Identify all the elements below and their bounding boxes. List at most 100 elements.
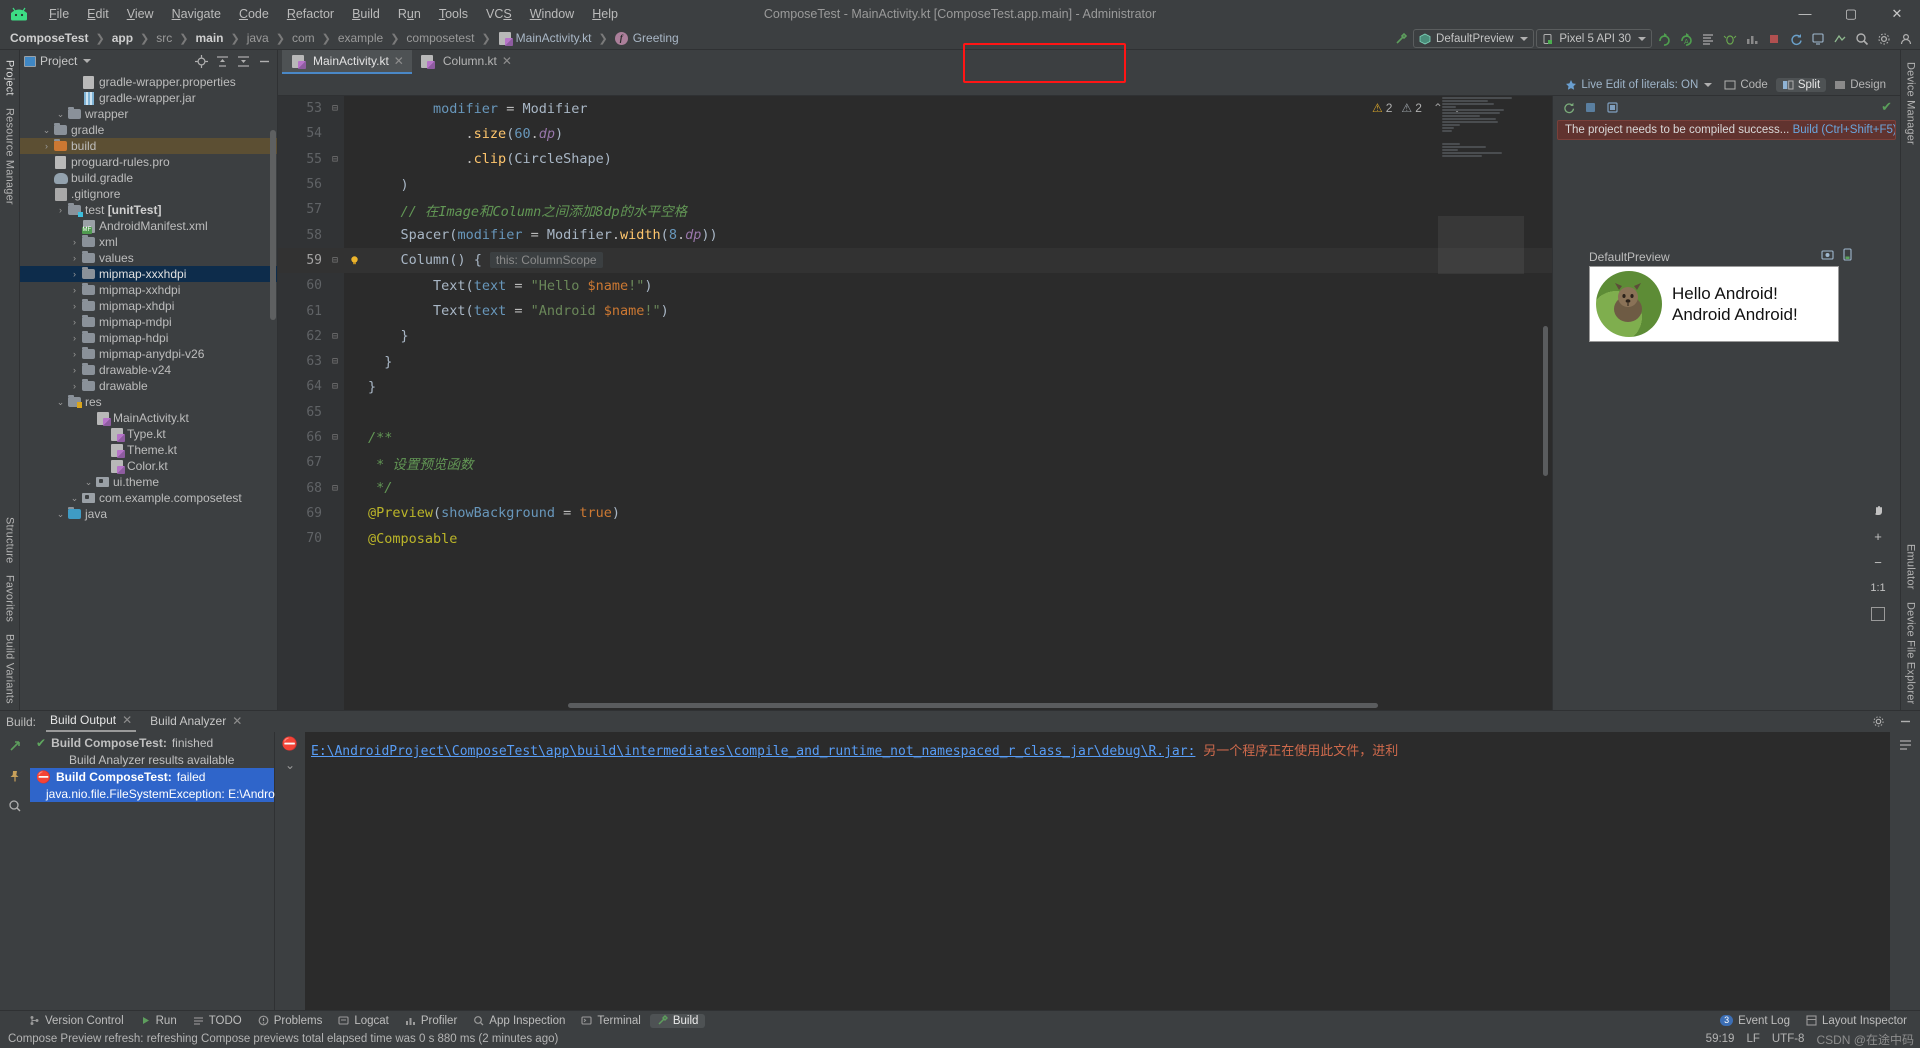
file-encoding[interactable]: UTF-8 bbox=[1772, 1033, 1805, 1045]
mode-split[interactable]: Split bbox=[1775, 77, 1827, 92]
disclosure-arrow-icon[interactable]: › bbox=[40, 141, 53, 151]
rail-item-emulator[interactable]: Emulator bbox=[1905, 538, 1917, 596]
tool-tab-logcat[interactable]: Logcat bbox=[331, 1014, 396, 1028]
tree-item-ui-theme[interactable]: ⌄ ui.theme bbox=[20, 474, 277, 490]
pin-icon[interactable] bbox=[6, 767, 24, 785]
tree-item-res[interactable]: ⌄ res bbox=[20, 394, 277, 410]
tool-tab-build[interactable]: Build bbox=[649, 1013, 706, 1028]
tool-tab-version-control[interactable]: Version Control bbox=[22, 1014, 131, 1028]
code-line-62[interactable]: 62 ⊟ } bbox=[278, 324, 1552, 349]
tool-tab-problems[interactable]: Problems bbox=[251, 1014, 330, 1028]
preview-build-banner[interactable]: The project needs to be compiled success… bbox=[1557, 120, 1896, 140]
code-line-56[interactable]: 56 ) bbox=[278, 172, 1552, 197]
code-line-60[interactable]: 60 Text(text = "Hello $name!") bbox=[278, 273, 1552, 298]
breadcrumb-composetest-pkg[interactable]: composetest bbox=[404, 31, 476, 45]
settings-gear-icon[interactable] bbox=[1874, 29, 1894, 49]
code-line-65[interactable]: 65 bbox=[278, 400, 1552, 425]
code-line-63[interactable]: 63 ⊟ } bbox=[278, 349, 1552, 374]
code-line-61[interactable]: 61 Text(text = "Android $name!") bbox=[278, 298, 1552, 323]
tree-item-drawable-v24[interactable]: › drawable-v24 bbox=[20, 362, 277, 378]
filter-icon[interactable] bbox=[6, 797, 24, 815]
menu-item-build[interactable]: Build bbox=[343, 4, 389, 24]
fold-marker-icon[interactable]: ⊟ bbox=[326, 255, 344, 266]
breadcrumb-java[interactable]: java bbox=[245, 31, 271, 45]
fold-marker-icon[interactable]: ⊟ bbox=[326, 356, 344, 367]
tree-item-com-example-composetest[interactable]: ⌄ com.example.composetest bbox=[20, 490, 277, 506]
bug-icon[interactable] bbox=[1720, 29, 1740, 49]
code-editor[interactable]: 53 ⊟ modifier = Modifier 54 .size(60.dp) 55… bbox=[278, 96, 1552, 710]
build-hide-icon[interactable] bbox=[1897, 713, 1914, 730]
disclosure-arrow-icon[interactable]: ⌄ bbox=[68, 493, 81, 504]
menu-item-edit[interactable]: Edit bbox=[78, 4, 118, 24]
preview-canvas[interactable]: DefaultPreview Hello Android! Android An… bbox=[1553, 140, 1900, 710]
breadcrumb-src[interactable]: src bbox=[154, 31, 174, 45]
breadcrumb-example[interactable]: example bbox=[336, 31, 385, 45]
menu-item-file[interactable]: File bbox=[40, 4, 78, 24]
build-settings-gear-icon[interactable] bbox=[1870, 713, 1887, 730]
build-output-console[interactable]: E:\AndroidProject\ComposeTest\app\build\… bbox=[305, 732, 1890, 1010]
tree-item-androidmanifest-xml[interactable]: AndroidManifest.xml bbox=[20, 218, 277, 234]
tool-tab-terminal[interactable]: Terminal bbox=[574, 1014, 647, 1028]
intention-bulb-icon[interactable] bbox=[344, 255, 364, 266]
menu-item-help[interactable]: Help bbox=[583, 4, 627, 24]
rail-item-device-manager[interactable]: Device Manager bbox=[1905, 56, 1917, 151]
menu-item-tools[interactable]: Tools bbox=[430, 4, 477, 24]
close-icon[interactable]: ✕ bbox=[394, 54, 404, 68]
breadcrumb-main[interactable]: main bbox=[193, 31, 225, 45]
collapse-all-icon[interactable] bbox=[235, 53, 252, 70]
code-line-68[interactable]: 68 ⊟ */ bbox=[278, 475, 1552, 500]
disclosure-arrow-icon[interactable]: › bbox=[68, 365, 81, 375]
maximize-button[interactable]: ▢ bbox=[1828, 0, 1874, 27]
tree-item-xml[interactable]: › xml bbox=[20, 234, 277, 250]
build-tree-row[interactable]: java.nio.file.FileSystemException: E:\An… bbox=[30, 785, 277, 802]
menu-item-vcs[interactable]: VCS bbox=[477, 4, 521, 24]
disclosure-arrow-icon[interactable]: ⌄ bbox=[82, 477, 95, 488]
preview-render-frame[interactable]: Hello Android! Android Android! bbox=[1589, 266, 1839, 342]
project-panel-title[interactable]: Project bbox=[40, 54, 77, 68]
disclosure-arrow-icon[interactable]: › bbox=[68, 333, 81, 343]
tool-tab-event-log[interactable]: 3 Event Log bbox=[1713, 1014, 1797, 1028]
sync-gradle-icon[interactable] bbox=[1786, 29, 1806, 49]
build-result-tree[interactable]: ✔ Build ComposeTest: finished Build Analyze… bbox=[30, 732, 277, 1010]
code-line-69[interactable]: 69 @Preview(showBackground = true) bbox=[278, 501, 1552, 526]
avd-manager-icon[interactable] bbox=[1808, 29, 1828, 49]
code-lines[interactable]: 53 ⊟ modifier = Modifier 54 .size(60.dp) 55… bbox=[278, 96, 1552, 710]
expand-icon[interactable]: ⌄ bbox=[285, 758, 295, 772]
fold-marker-icon[interactable]: ⊟ bbox=[326, 154, 344, 165]
build-tree-row[interactable]: ✔ Build ComposeTest: finished bbox=[30, 734, 274, 751]
debug-icon[interactable]: A bbox=[1676, 29, 1696, 49]
tree-item-wrapper[interactable]: ⌄ wrapper bbox=[20, 106, 277, 122]
project-tree[interactable]: gradle-wrapper.properties gradle-wrapper.… bbox=[20, 72, 277, 710]
chevron-down-icon[interactable] bbox=[83, 59, 92, 63]
breadcrumb-app[interactable]: app bbox=[110, 31, 135, 45]
tree-item-build[interactable]: › build bbox=[20, 138, 277, 154]
tab-mainactivity[interactable]: MainActivity.kt ✕ bbox=[282, 50, 412, 74]
tree-item-mipmap-xxhdpi[interactable]: › mipmap-xxhdpi bbox=[20, 282, 277, 298]
menu-item-navigate[interactable]: Navigate bbox=[163, 4, 230, 24]
soft-wrap-icon[interactable] bbox=[1898, 738, 1913, 756]
disclosure-arrow-icon[interactable]: ⌄ bbox=[40, 125, 53, 136]
tree-item-drawable[interactable]: › drawable bbox=[20, 378, 277, 394]
rail-item-build-variants[interactable]: Build Variants bbox=[4, 628, 16, 710]
rail-item-structure[interactable]: Structure bbox=[4, 511, 16, 569]
tool-tab-app-inspection[interactable]: App Inspection bbox=[466, 1014, 572, 1028]
editor-minimap[interactable] bbox=[1438, 96, 1524, 710]
tree-item-mipmap-hdpi[interactable]: › mipmap-hdpi bbox=[20, 330, 277, 346]
breadcrumb-com[interactable]: com bbox=[290, 31, 317, 45]
locate-file-icon[interactable] bbox=[193, 53, 210, 70]
code-line-70[interactable]: 70 @Composable bbox=[278, 526, 1552, 551]
close-button[interactable]: ✕ bbox=[1874, 0, 1920, 27]
rail-item-project[interactable]: Project bbox=[4, 54, 16, 102]
zoom-in-button[interactable]: + bbox=[1868, 528, 1888, 544]
tree-item-mipmap-mdpi[interactable]: › mipmap-mdpi bbox=[20, 314, 277, 330]
banner-build-link[interactable]: Build (Ctrl+Shift+F5) bbox=[1793, 124, 1895, 136]
breadcrumb-composetest[interactable]: ComposeTest bbox=[8, 31, 90, 45]
disclosure-arrow-icon[interactable]: › bbox=[54, 205, 67, 215]
code-line-53[interactable]: 53 ⊟ modifier = Modifier bbox=[278, 96, 1552, 121]
attach-debugger-icon[interactable] bbox=[1698, 29, 1718, 49]
close-icon[interactable]: ✕ bbox=[502, 54, 512, 68]
live-edit-status[interactable]: Live Edit of literals: ON bbox=[1565, 79, 1713, 91]
code-line-55[interactable]: 55 ⊟ .clip(CircleShape) bbox=[278, 147, 1552, 172]
disclosure-arrow-icon[interactable]: ⌄ bbox=[54, 109, 67, 120]
disclosure-arrow-icon[interactable]: › bbox=[68, 381, 81, 391]
